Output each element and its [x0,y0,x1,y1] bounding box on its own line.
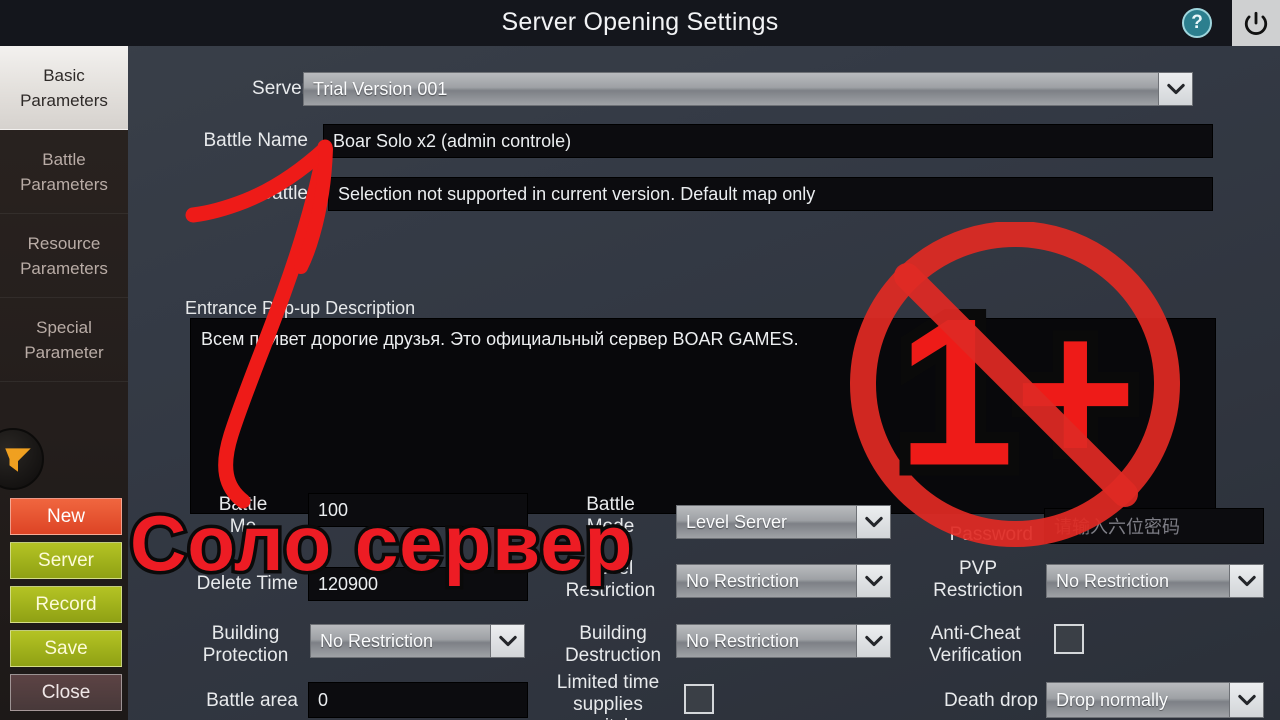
battle-map-label: Battle [259,183,308,204]
pvp-restriction-label-line2: Restriction [933,580,1023,601]
battle-members-label: Battle Me [188,494,298,538]
power-icon[interactable] [1232,0,1280,46]
anticheat-label: Anti-Cheat Verification [913,623,1038,667]
description-textarea[interactable]: Всем привет дорогие друзья. Это официаль… [190,318,1216,514]
chevron-down-icon [1229,683,1263,717]
chevron-down-icon [1158,73,1192,105]
pvp-restriction-label-line1: PVP [958,558,998,579]
building-protection-label-line1: Building [211,623,280,644]
help-label: ? [1191,12,1203,33]
description-label: Entrance Pop-up Description [185,298,416,318]
battle-mode-label-line1: Battle [586,494,635,515]
level-restriction-value: No Restriction [686,570,800,591]
question-mark-icon[interactable]: ? [1182,8,1212,38]
app-window: Server Opening Settings ? Basic Paramete… [0,0,1280,720]
battle-members-label-line1: Battle [218,494,268,515]
battle-map-input[interactable]: Selection not supported in current versi… [328,177,1213,211]
pvp-restriction-value: No Restriction [1056,570,1170,591]
server-label: Server [252,78,308,99]
new-button[interactable]: New [10,498,122,535]
level-restriction-label: Level Restriction [553,558,668,602]
close-button[interactable]: Close [10,674,122,711]
password-input[interactable]: 请输入六位密码 [1044,508,1264,544]
battle-members-label-line2: Me [229,516,257,537]
server-button[interactable]: Server [10,542,122,579]
battle-members-input[interactable]: 100 [308,493,528,527]
building-destruction-label-line2: Destruction [564,645,662,666]
limited-supplies-label-line2: supplies [573,694,643,715]
building-protection-label-line2: Protection [202,645,289,666]
limited-supplies-checkbox[interactable] [684,684,714,714]
battle-name-label: Battle Name [203,130,308,151]
battle-name-input[interactable]: Boar Solo x2 (admin controle) [323,124,1213,158]
battle-area-label: Battle area [206,690,298,711]
page-title: Server Opening Settings [501,8,779,36]
building-destruction-select[interactable]: No Restriction [676,624,891,658]
anticheat-label-line1: Anti-Cheat [930,623,1021,644]
delete-time-input[interactable]: 120900 [308,567,528,601]
battle-mode-value: Level Server [686,511,788,532]
death-drop-value: Drop normally [1056,689,1169,710]
limited-supplies-label-line1: Limited time [556,672,660,693]
delete-time-label: Delete Time [196,573,298,594]
limited-supplies-label-line3: switch [543,716,673,720]
anticheat-label-line2: Verification [929,645,1022,666]
chevron-down-icon [856,565,890,597]
building-destruction-value: No Restriction [686,630,800,651]
building-protection-value: No Restriction [320,630,434,651]
sidebar-item-label: Resource [27,233,101,253]
building-destruction-label: Building Destruction [553,623,673,667]
death-drop-label: Death drop [943,690,1038,711]
sidebar-item-label: Parameters [20,90,108,110]
battle-mode-select[interactable]: Level Server [676,505,891,539]
death-drop-select[interactable]: Drop normally [1046,682,1264,718]
building-protection-label: Building Protection [188,623,303,667]
sidebar-item-basic-parameters[interactable]: Basic Parameters [0,46,128,130]
record-button[interactable]: Record [10,586,122,623]
battle-mode-label: Battle Mode [553,494,668,538]
battle-mode-label-line2: Mode [586,516,635,537]
sidebar-item-label: Basic [43,65,85,85]
title-bar: Server Opening Settings ? [0,0,1280,46]
chevron-down-icon [856,625,890,657]
limited-supplies-label: Limited time supplies switch [543,672,673,720]
chevron-down-icon [856,506,890,538]
password-label: Password [949,524,1033,545]
sidebar-item-battle-parameters[interactable]: Battle Parameters [0,130,128,214]
chevron-down-icon [490,625,524,657]
level-restriction-label-line2: Restriction [565,580,656,601]
level-restriction-label-line1: Level [587,558,634,579]
pvp-restriction-select[interactable]: No Restriction [1046,564,1264,598]
battle-area-input[interactable]: 0 [308,682,528,718]
chevron-down-icon [1229,565,1263,597]
building-protection-select[interactable]: No Restriction [310,624,525,658]
pvp-restriction-label: PVP Restriction [918,558,1038,602]
server-select-value: Trial Version 001 [313,78,448,99]
sidebar-item-resource-parameters[interactable]: Resource Parameters [0,214,128,298]
settings-form: Server Trial Version 001 Battle Name Boa… [128,46,1280,720]
action-button-stack: New Server Record Save Close [10,498,122,711]
level-restriction-select[interactable]: No Restriction [676,564,891,598]
anticheat-checkbox[interactable] [1054,624,1084,654]
sidebar-item-label: Parameters [20,174,108,194]
sidebar-item-label: Parameters [20,258,108,278]
sidebar-item-label: Parameter [24,342,104,362]
save-button[interactable]: Save [10,630,122,667]
sidebar-item-label: Special [36,317,92,337]
sidebar-item-special-parameter[interactable]: Special Parameter [0,298,128,382]
sidebar-item-label: Battle [42,149,86,169]
building-destruction-label-line1: Building [579,623,647,644]
server-select[interactable]: Trial Version 001 [303,72,1193,106]
